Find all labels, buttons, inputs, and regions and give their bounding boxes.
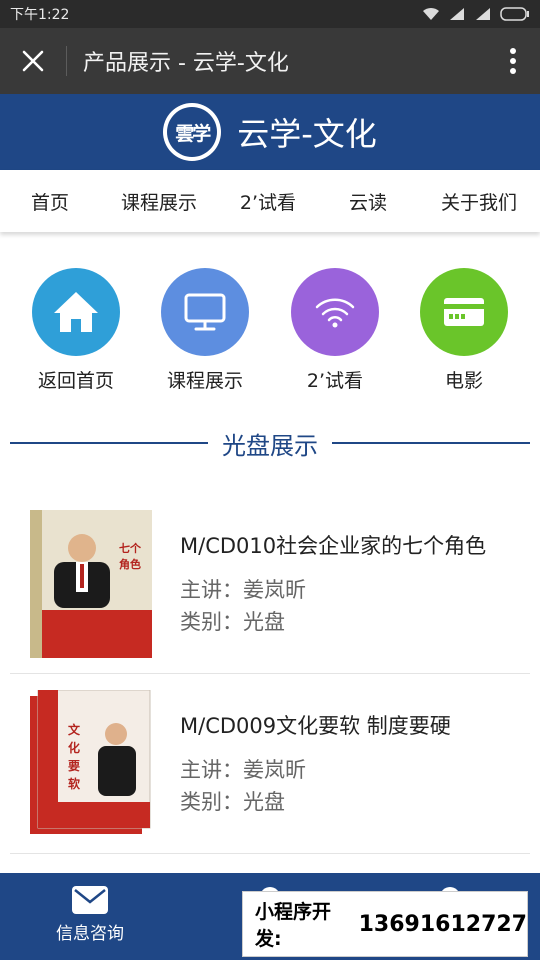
more-button[interactable]	[486, 28, 540, 94]
svg-text:角色: 角色	[119, 557, 141, 571]
product-lecturer: 主讲：姜岚昕	[180, 758, 306, 782]
product-category: 类别：光盘	[180, 790, 285, 814]
nav-item-courses[interactable]: 课程展示	[100, 188, 218, 215]
product-category: 类别：光盘	[180, 610, 285, 634]
card-icon	[444, 298, 484, 326]
product-list: 七个 角色 M/CD010社会企业家的七个角色 主讲：姜岚昕 类别：光盘 文 化…	[10, 494, 530, 854]
home-icon	[54, 292, 98, 332]
quick-link-label: 2’试看	[306, 370, 364, 392]
svg-text:化: 化	[68, 740, 80, 755]
product-info: M/CD010社会企业家的七个角色 主讲：姜岚昕 类别：光盘	[180, 530, 486, 638]
status-time: 下午1:22	[10, 7, 70, 23]
page-title: 产品展示 - 云学-文化	[83, 51, 289, 76]
status-icons	[422, 7, 530, 21]
svg-text:要: 要	[68, 758, 80, 773]
product-item[interactable]: 七个 角色 M/CD010社会企业家的七个角色 主讲：姜岚昕 类别：光盘	[10, 494, 530, 674]
quick-links: 返回首页 课程展示 2’试看 电影	[0, 268, 540, 398]
nav-item-preview[interactable]: 2’试看	[218, 188, 318, 215]
close-icon	[22, 50, 44, 72]
svg-text:软: 软	[68, 776, 80, 791]
nav-bar: 首页 课程展示 2’试看 云读 关于我们	[0, 170, 540, 232]
section-divider-right	[332, 442, 530, 444]
ad-label: 小程序开发:	[255, 901, 332, 950]
nav-item-about[interactable]: 关于我们	[418, 188, 540, 215]
tab-label: 信息咨询	[56, 924, 124, 944]
product-lecturer: 主讲：姜岚昕	[180, 578, 306, 602]
svg-text:七个: 七个	[119, 541, 142, 555]
tab-info-consult[interactable]: 信息咨询	[0, 873, 180, 960]
brand-logo-text: 雲学	[167, 107, 218, 157]
quick-link-circle	[32, 268, 120, 356]
monitor-icon	[184, 293, 226, 331]
battery-icon	[500, 7, 529, 21]
quick-link-courses[interactable]: 课程展示	[145, 268, 265, 393]
product-name: M/CD009文化要软 制度要硬	[180, 714, 451, 738]
title-divider	[66, 46, 67, 76]
svg-text:文: 文	[68, 722, 81, 737]
title-bar: 产品展示 - 云学-文化	[0, 28, 540, 94]
brand-logo: 雲学	[163, 103, 222, 161]
quick-link-label: 电影	[444, 370, 483, 392]
ad-banner: 小程序开发: 13691612727	[242, 891, 528, 957]
mail-icon	[72, 886, 108, 914]
ad-phone: 13691612727	[358, 911, 527, 937]
brand-header: 雲学 云学-文化	[0, 94, 540, 170]
cell-signal-icon	[450, 8, 464, 20]
wifi-icon	[315, 298, 355, 328]
product-name: M/CD010社会企业家的七个角色	[180, 534, 487, 558]
wifi-signal-icon	[423, 7, 439, 20]
quick-link-circle	[161, 268, 249, 356]
quick-link-movies[interactable]: 电影	[404, 268, 524, 393]
product-info: M/CD009文化要软 制度要硬 主讲：姜岚昕 类别：光盘	[180, 710, 451, 818]
status-bar: 下午1:22	[0, 0, 540, 28]
quick-link-label: 课程展示	[166, 370, 243, 392]
product-cover-image: 七个 角色	[30, 510, 152, 658]
product-cover-image: 文 化 要 软	[30, 689, 152, 838]
section-title-text: 光盘展示	[222, 431, 318, 460]
nav-item-cloud-read[interactable]: 云读	[318, 188, 418, 215]
quick-link-circle	[291, 268, 379, 356]
quick-link-preview[interactable]: 2’试看	[275, 268, 395, 393]
brand-name: 云学-文化	[237, 115, 377, 153]
section-title: 光盘展示	[10, 424, 530, 462]
product-item[interactable]: 文 化 要 软 M/CD009文化要软 制度要硬 主讲：姜岚昕 类别：光盘	[10, 674, 530, 854]
more-vertical-icon	[510, 48, 516, 74]
quick-link-home[interactable]: 返回首页	[16, 268, 136, 393]
close-button[interactable]	[0, 28, 66, 94]
quick-link-label: 返回首页	[37, 370, 114, 392]
section-divider-left	[10, 442, 208, 444]
quick-link-circle	[420, 268, 508, 356]
cell-signal-icon	[476, 8, 490, 20]
tab-icon-wrap	[0, 885, 180, 915]
nav-item-home[interactable]: 首页	[0, 188, 100, 215]
